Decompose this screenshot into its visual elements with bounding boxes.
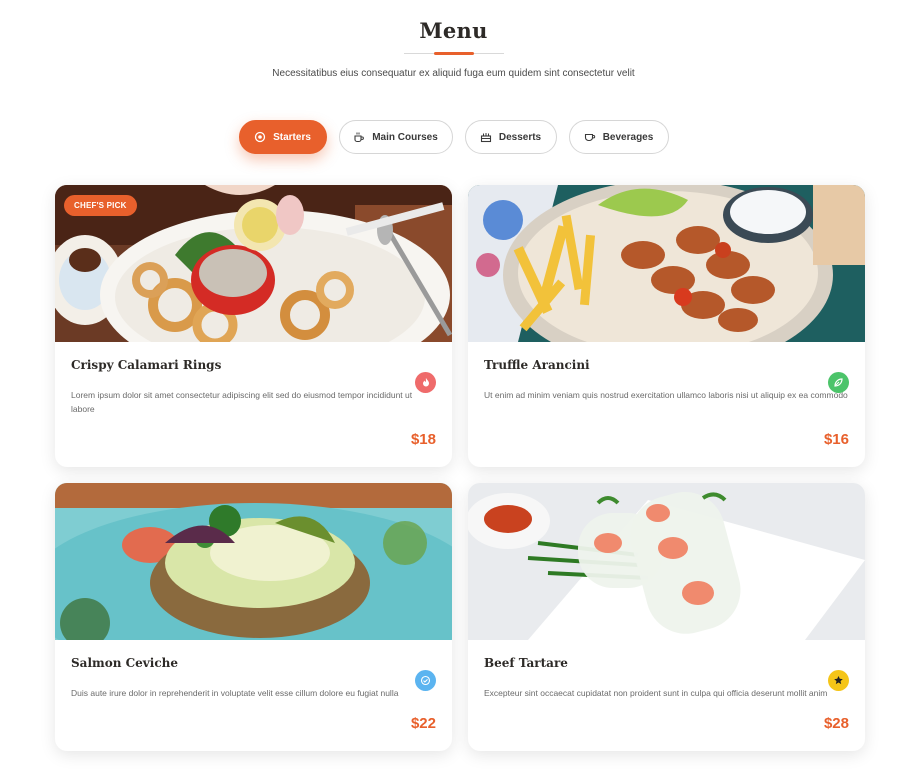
menu-item-card[interactable]: Truffle Arancini Ut enim ad minim veniam… — [468, 185, 865, 467]
leaf-icon — [834, 378, 843, 387]
menu-item-tag — [828, 372, 849, 393]
menu-item-name: Crispy Calamari Rings — [71, 358, 222, 372]
tartare-photo — [468, 483, 865, 640]
menu-grid: CHEF'S PICK Crispy Calamari Rings Lorem … — [55, 185, 865, 751]
tab-desserts-label: Desserts — [498, 131, 542, 143]
title-divider-accent — [433, 52, 474, 55]
tab-beverages[interactable]: Beverages — [568, 120, 669, 154]
menu-item-card[interactable]: Beef Tartare Excepteur sint occaecat cup… — [468, 483, 865, 751]
menu-item-description: Lorem ipsum dolor sit amet consectetur a… — [71, 390, 413, 414]
menu-item-card[interactable]: CHEF'S PICK Crispy Calamari Rings Lorem … — [55, 185, 452, 467]
menu-tabs: Starters Main Courses Desserts Beverages — [0, 120, 907, 154]
tab-main-courses-label: Main Courses — [372, 131, 438, 143]
cake-icon — [480, 133, 491, 143]
menu-item-photo: CHEF'S PICK — [55, 185, 452, 342]
tab-starters-label: Starters — [273, 131, 311, 143]
menu-item-body: Truffle Arancini Ut enim ad minim veniam… — [468, 358, 865, 402]
menu-item-body: Salmon Ceviche Duis aute irure dolor in … — [55, 656, 452, 700]
ceviche-photo — [55, 483, 452, 640]
section-header: Menu Necessitatibus eius consequatur ex … — [0, 18, 907, 79]
page-title: Menu — [419, 18, 488, 43]
menu-item-body: Beef Tartare Excepteur sint occaecat cup… — [468, 656, 865, 700]
menu-item-price: $22 — [410, 715, 436, 732]
menu-item-tag — [415, 670, 436, 691]
menu-item-name: Truffle Arancini — [484, 358, 590, 372]
food-icon — [254, 131, 266, 143]
chefs-pick-badge: CHEF'S PICK — [64, 195, 137, 216]
star-icon — [834, 676, 843, 685]
cup-icon — [584, 133, 595, 142]
menu-item-photo — [468, 483, 865, 640]
menu-item-description: Excepteur sint occaecat cupidatat non pr… — [484, 688, 828, 698]
menu-item-photo — [468, 185, 865, 342]
arancini-photo — [468, 185, 865, 342]
menu-item-name: Beef Tartare — [484, 656, 568, 670]
tab-starters[interactable]: Starters — [238, 120, 327, 154]
menu-item-body: Crispy Calamari Rings Lorem ipsum dolor … — [55, 358, 452, 416]
menu-item-name: Salmon Ceviche — [71, 656, 178, 670]
tab-desserts[interactable]: Desserts — [464, 120, 557, 154]
flame-icon — [422, 378, 429, 387]
check-badge-icon — [420, 675, 431, 686]
tab-beverages-label: Beverages — [602, 131, 654, 143]
menu-item-tag — [415, 372, 436, 393]
menu-item-price: $28 — [823, 715, 849, 732]
title-divider — [403, 52, 504, 55]
menu-item-price: $18 — [410, 431, 436, 448]
tab-main-courses[interactable]: Main Courses — [338, 120, 453, 154]
coffee-cup-icon — [354, 132, 365, 143]
menu-item-price: $16 — [823, 431, 849, 448]
menu-item-tag — [828, 670, 849, 691]
menu-item-description: Duis aute irure dolor in reprehenderit i… — [71, 688, 399, 698]
menu-item-photo — [55, 483, 452, 640]
menu-item-card[interactable]: Salmon Ceviche Duis aute irure dolor in … — [55, 483, 452, 751]
menu-item-description: Ut enim ad minim veniam quis nostrud exe… — [484, 390, 848, 400]
section-subtitle: Necessitatibus eius consequatur ex aliqu… — [272, 68, 635, 79]
